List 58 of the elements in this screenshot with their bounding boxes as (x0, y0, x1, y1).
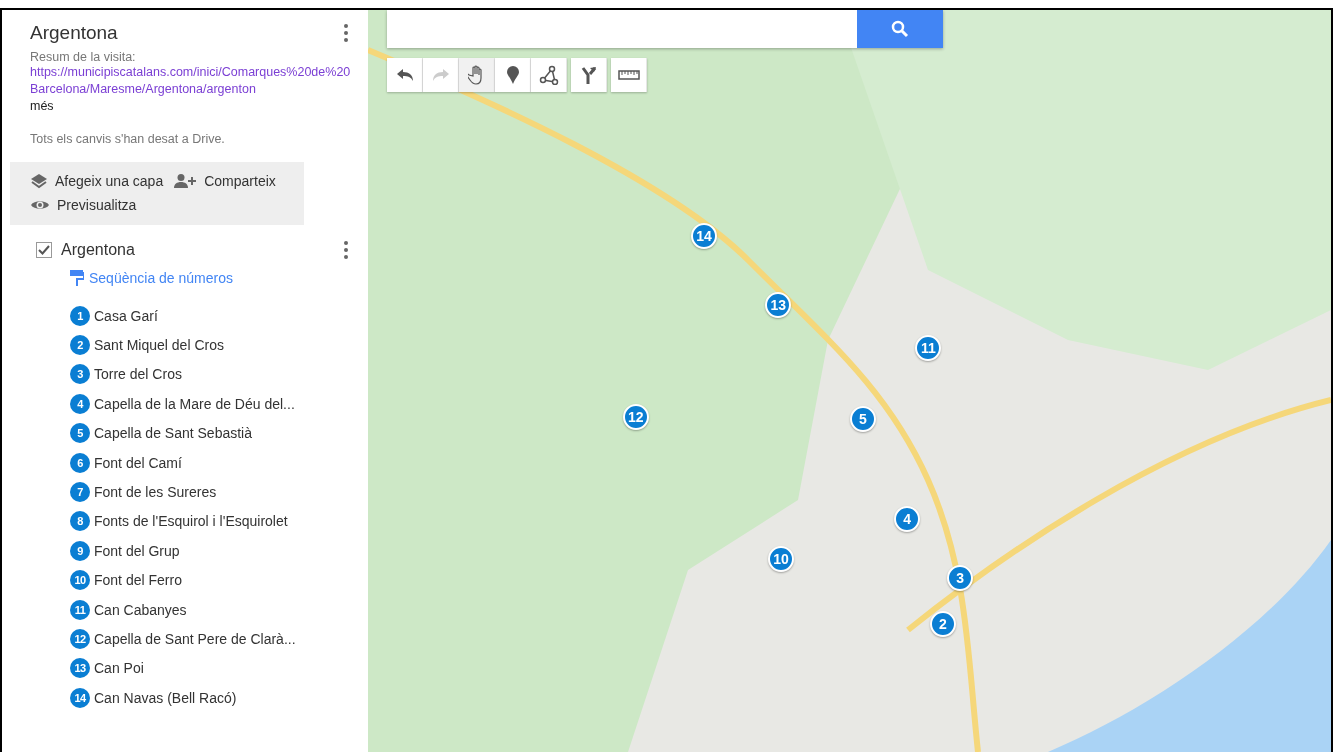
add-layer-button[interactable]: Afegeix una capa (30, 171, 164, 191)
layers-icon (30, 173, 48, 189)
redo-icon (431, 68, 450, 82)
line-nodes-icon (538, 65, 559, 85)
place-item[interactable]: 1 Casa Garí (70, 301, 354, 331)
marker-tool[interactable] (495, 58, 531, 92)
place-item[interactable]: 4 Capella de la Mare de Déu del... (70, 389, 354, 419)
description-label: Resum de la visita: (30, 50, 137, 64)
number-marker-icon: 14 (70, 687, 90, 708)
add-person-icon (173, 173, 198, 189)
place-item[interactable]: 6 Font del Camí (70, 447, 354, 478)
save-status: Tots els canvis s'han desat a Drive. (30, 132, 226, 146)
number-marker-icon: 8 (70, 511, 90, 532)
number-marker-icon: 12 (70, 629, 90, 649)
place-item[interactable]: 10 Font del Ferro (70, 565, 354, 595)
search-button[interactable] (857, 10, 943, 48)
search-icon (891, 20, 909, 38)
place-item[interactable]: 14 Can Navas (Bell Racó) (70, 683, 354, 713)
style-link[interactable]: Seqüència de números (70, 269, 354, 287)
more-link[interactable]: més (30, 98, 354, 115)
number-marker-icon: 9 (70, 540, 90, 561)
preview-button[interactable]: Previsualitza (30, 195, 137, 215)
place-item[interactable]: 11 Can Cabanyes (70, 594, 354, 625)
number-marker-icon: 3 (70, 364, 90, 385)
ruler-icon (617, 70, 640, 80)
number-marker-icon: 7 (70, 482, 90, 503)
place-item[interactable]: 9 Font del Grup (70, 536, 354, 566)
number-marker-icon: 1 (70, 305, 90, 326)
layer-checkbox[interactable] (36, 242, 52, 258)
line-tool[interactable] (531, 58, 567, 92)
number-marker-icon: 5 (70, 423, 90, 444)
layer-name[interactable]: Argentona (61, 241, 338, 259)
hand-tool[interactable] (459, 58, 495, 92)
undo-icon (395, 68, 414, 82)
place-item[interactable]: 8 Fonts de l'Esquirol i l'Esquirolet (70, 506, 354, 537)
directions-icon (580, 66, 597, 84)
place-item[interactable]: 13 Can Poi (70, 653, 354, 684)
eye-icon (30, 198, 50, 212)
directions-tool[interactable] (571, 58, 607, 92)
undo-tool[interactable] (387, 58, 423, 92)
place-item[interactable]: 3 Torre del Cros (70, 359, 354, 390)
place-item[interactable]: 2 Sant Miquel del Cros (70, 330, 354, 360)
number-marker-icon: 11 (70, 599, 90, 620)
number-marker-icon: 13 (70, 658, 90, 679)
search-field[interactable] (387, 10, 857, 48)
map-title[interactable]: Argentona (30, 22, 118, 44)
description-link[interactable]: https://municipiscatalans.com/inici/Comarques%20de%20Barcelona/Maresme/Argentona/argenton (30, 64, 354, 98)
place-item[interactable]: 7 Font de les Sureres (70, 477, 354, 507)
place-item[interactable]: 12 Capella de Sant Pere de Clarà... (70, 624, 354, 654)
place-item[interactable]: 5 Capella de Sant Sebastià (70, 418, 354, 448)
number-marker-icon: 6 (70, 452, 90, 473)
ruler-tool[interactable] (611, 58, 647, 92)
number-marker-icon: 4 (70, 393, 90, 414)
share-button[interactable]: Comparteix (173, 171, 276, 191)
paint-roller-icon (70, 269, 84, 287)
number-marker-icon: 2 (70, 335, 90, 356)
number-marker-icon: 10 (70, 570, 90, 591)
map-pin-icon (506, 66, 519, 84)
